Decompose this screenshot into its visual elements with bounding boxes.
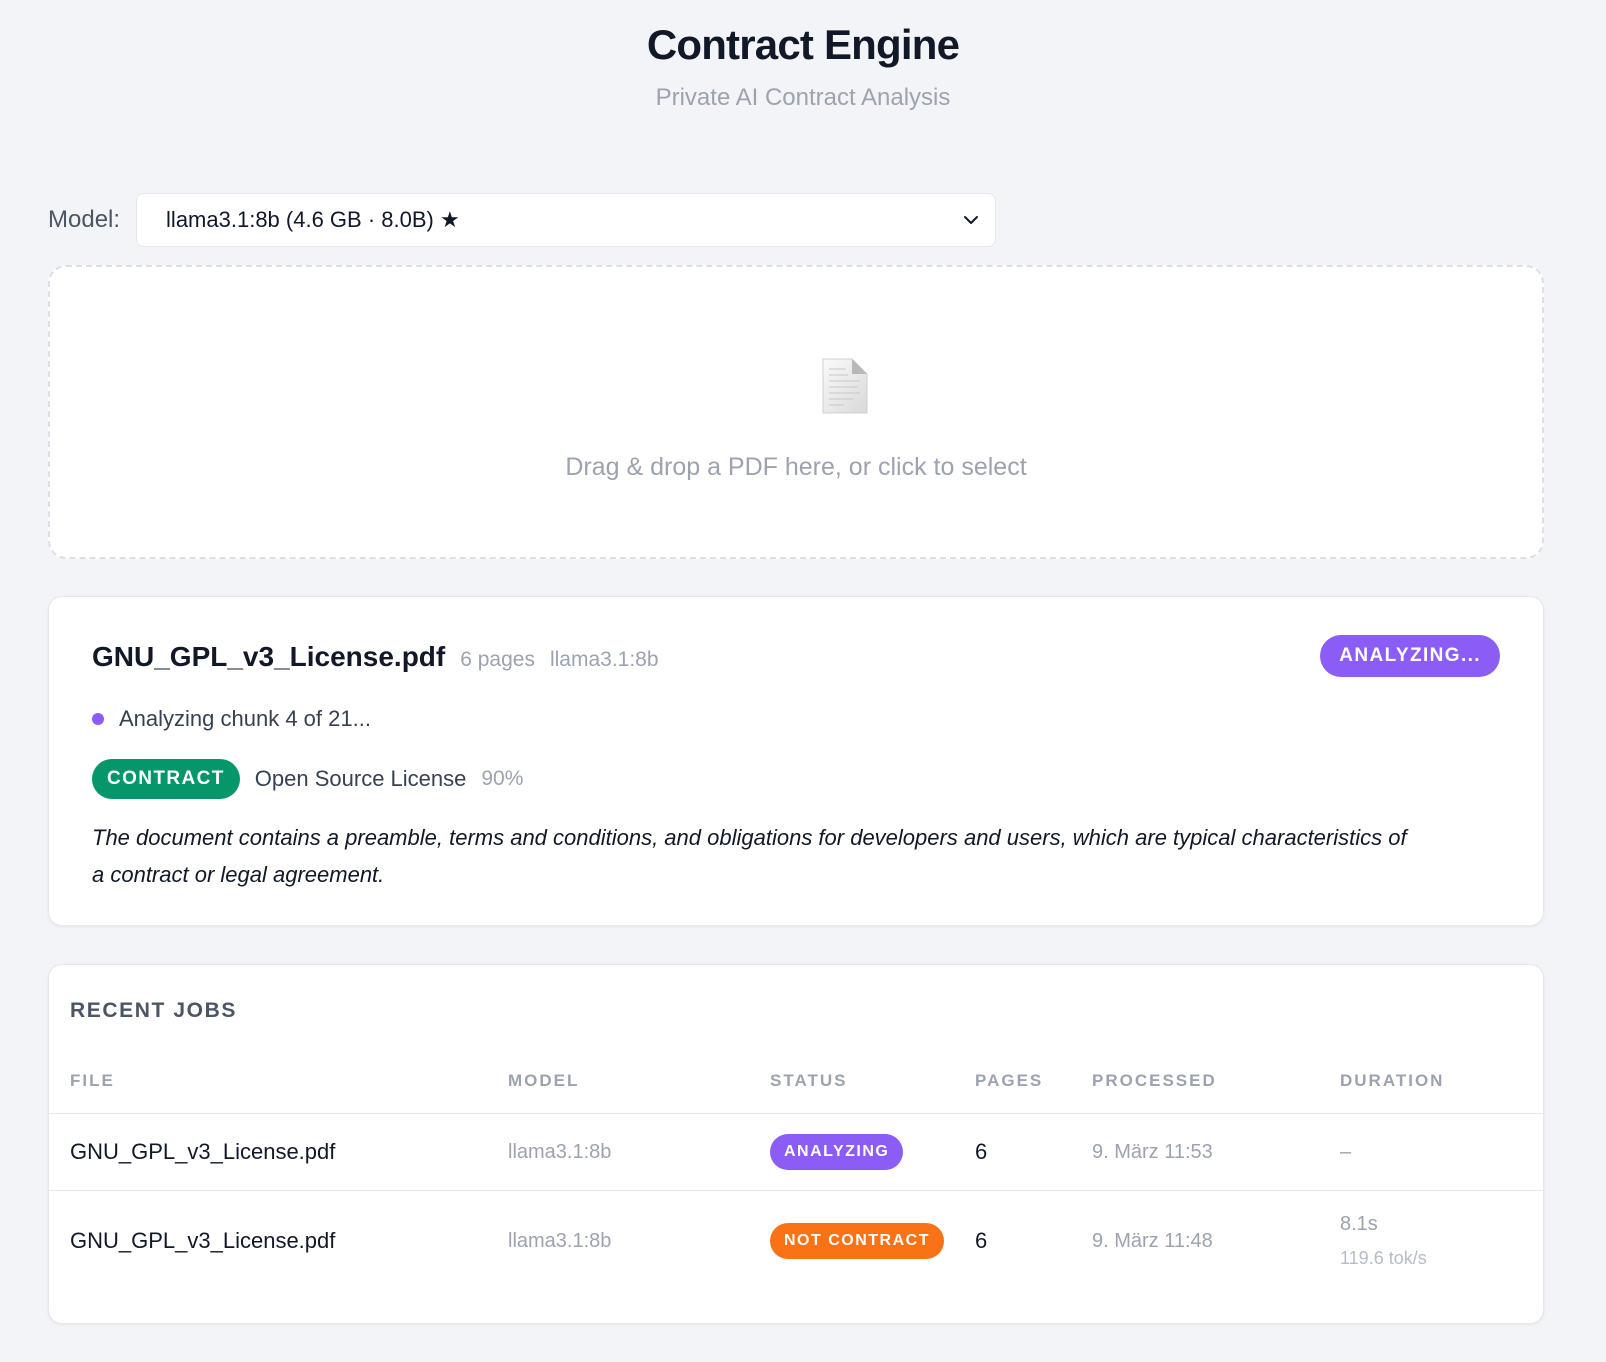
row-model: llama3.1:8b	[508, 1229, 612, 1252]
progress-dot-icon	[92, 713, 104, 725]
job-status-badge: ANALYZING...	[1320, 635, 1500, 677]
job-model: llama3.1:8b	[549, 648, 659, 671]
row-status: ANALYZING	[770, 1114, 904, 1190]
classification-reasoning: The document contains a preamble, terms …	[92, 825, 1407, 887]
status-badge: NOT CONTRACT	[770, 1223, 944, 1259]
row-processed: 9. März 11:48	[1092, 1229, 1213, 1252]
row-model: llama3.1:8b	[508, 1140, 612, 1163]
row-file: GNU_GPL_v3_License.pdf	[70, 1139, 336, 1164]
job-classification: CONTRACT Open Source License 90%	[92, 759, 523, 799]
job-progress-text: Analyzing chunk 4 of 21...	[119, 706, 371, 731]
model-select[interactable]: llama3.1:8b (4.6 GB · 8.0B) ★	[136, 193, 997, 247]
app-header: Contract Engine Private AI Contract Anal…	[0, 0, 1606, 112]
chevron-down-icon	[961, 210, 981, 230]
column-header-file: FILE	[70, 1071, 115, 1090]
row-pages: 6	[975, 1228, 988, 1253]
duration-value: –	[1340, 1140, 1352, 1163]
classification-confidence: 90%	[481, 767, 524, 790]
duration-value: 8.1s	[1340, 1213, 1378, 1235]
job-header: GNU_GPL_v3_License.pdf 6 pages llama3.1:…	[92, 641, 659, 673]
pdf-dropzone[interactable]: Drag & drop a PDF here, or click to sele…	[48, 265, 1544, 559]
column-header-pages: PAGES	[975, 1071, 1044, 1090]
recent-jobs-card: RECENT JOBS FILE MODEL STATUS PAGES PROC…	[48, 964, 1544, 1324]
row-duration: 8.1s 119.6 tok/s	[1340, 1191, 1427, 1291]
tokens-per-second: 119.6 tok/s	[1340, 1248, 1427, 1268]
app-subtitle: Private AI Contract Analysis	[655, 84, 951, 112]
job-page-count: 6 pages	[460, 648, 535, 671]
model-label: Model:	[48, 206, 121, 233]
contract-badge: CONTRACT	[92, 759, 240, 799]
job-file-name: GNU_GPL_v3_License.pdf	[92, 641, 446, 672]
model-selector-row: Model: llama3.1:8b (4.6 GB · 8.0B) ★	[48, 193, 997, 247]
column-header-duration: DURATION	[1340, 1071, 1445, 1090]
dropzone-text: Drag & drop a PDF here, or click to sele…	[565, 453, 1027, 481]
classification-type: Open Source License	[254, 766, 467, 791]
app-title: Contract Engine	[646, 21, 960, 68]
document-icon	[820, 357, 870, 415]
row-processed: 9. März 11:53	[1092, 1140, 1213, 1163]
column-header-status: STATUS	[770, 1071, 848, 1090]
job-progress: Analyzing chunk 4 of 21...	[92, 706, 371, 732]
table-row[interactable]: GNU_GPL_v3_License.pdf llama3.1:8b NOT C…	[49, 1191, 1543, 1291]
current-job-card: GNU_GPL_v3_License.pdf 6 pages llama3.1:…	[48, 596, 1544, 926]
column-header-processed: PROCESSED	[1092, 1071, 1217, 1090]
column-header-model: MODEL	[508, 1071, 580, 1090]
row-status: NOT CONTRACT	[770, 1191, 944, 1291]
row-pages: 6	[975, 1139, 988, 1164]
recent-jobs-title: RECENT JOBS	[70, 999, 237, 1022]
table-row[interactable]: GNU_GPL_v3_License.pdf llama3.1:8b ANALY…	[49, 1114, 1543, 1190]
row-duration: –	[1340, 1114, 1351, 1190]
row-file: GNU_GPL_v3_License.pdf	[70, 1228, 336, 1253]
model-select-value: llama3.1:8b (4.6 GB · 8.0B) ★	[166, 207, 460, 232]
status-badge: ANALYZING	[770, 1134, 904, 1170]
